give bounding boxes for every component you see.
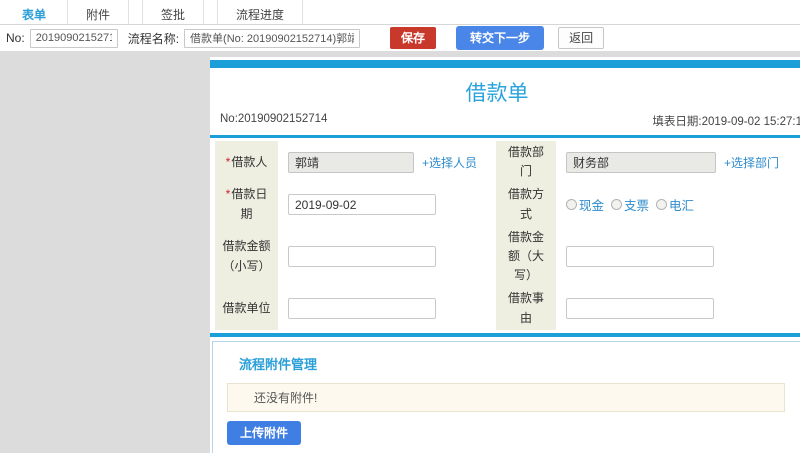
save-button[interactable]: 保存 [390, 27, 437, 49]
no-label: No: [6, 31, 25, 45]
amount-uppercase-input[interactable] [566, 246, 714, 268]
radio-icon[interactable] [611, 199, 623, 211]
borrow-reason-input[interactable] [566, 298, 714, 319]
tab-process-progress[interactable]: 流程进度 [217, 0, 304, 24]
borrow-date-field [278, 183, 496, 225]
borrow-reason-field [556, 287, 800, 329]
amount-uppercase-label: 借款金额（大写） [496, 225, 556, 288]
sheet-date-text: 填表日期:2019-09-02 15:27:1 [652, 116, 800, 128]
tab-form[interactable]: 表单 [8, 0, 60, 24]
radio-wire-transfer[interactable]: 电汇 [656, 195, 694, 214]
radio-cash[interactable]: 现金 [566, 195, 604, 214]
select-department-link[interactable]: +选择部门 [724, 154, 779, 171]
borrow-method-field: 现金 支票 电汇 [556, 183, 800, 225]
radio-icon[interactable] [656, 199, 668, 211]
amount-uppercase-field [556, 226, 800, 288]
borrow-unit-field [278, 287, 496, 329]
loan-form-grid: *借款人 +选择人员 借款部门 +选择部门 *借款日期 借款方式 [210, 138, 800, 330]
borrow-date-label: *借款日期 [215, 183, 278, 226]
no-attachment-message: 还没有附件! [227, 382, 785, 412]
borrower-label: *借款人 [215, 141, 278, 184]
borrow-reason-label: 借款事由 [496, 287, 556, 330]
department-input[interactable] [566, 151, 716, 173]
form-bottom-bar [210, 332, 800, 337]
select-person-link[interactable]: +选择人员 [422, 154, 477, 171]
required-mark: * [225, 154, 231, 169]
borrow-date-input[interactable] [288, 194, 436, 216]
borrow-unit-label: 借款单位 [215, 287, 278, 330]
tab-approval[interactable]: 签批 [142, 0, 205, 24]
amount-lowercase-label: 借款金额（小写） [215, 225, 278, 288]
sheet-meta-row: No:20190902152714 填表日期:2019-09-02 15:27:… [210, 110, 800, 135]
sheet-no-text: No:20190902152714 [220, 113, 328, 125]
amount-lowercase-input[interactable] [288, 246, 436, 268]
page-title: 借款单 [465, 82, 529, 105]
radio-cheque[interactable]: 支票 [611, 195, 649, 214]
no-input[interactable] [29, 28, 118, 48]
borrow-method-label: 借款方式 [496, 183, 556, 226]
process-name-label: 流程名称: [127, 31, 180, 46]
action-toolbar: No: 流程名称: 保存 转交下一步 返回 [0, 25, 800, 51]
borrower-input[interactable] [288, 151, 414, 173]
department-label: 借款部门 [496, 141, 556, 184]
tab-bar: 表单 附件 签批 流程进度 [0, 0, 800, 25]
loan-form-panel: 借款单 No:20190902152714 填表日期:2019-09-02 15… [210, 57, 800, 453]
radio-icon[interactable] [566, 199, 577, 211]
borrower-field: +选择人员 [278, 141, 496, 183]
forward-next-step-button[interactable]: 转交下一步 [456, 26, 545, 50]
required-mark: * [225, 187, 231, 202]
panel-top-bar [210, 60, 800, 68]
process-name-input[interactable] [184, 28, 361, 48]
back-button[interactable]: 返回 [558, 27, 605, 49]
attachment-section: 流程附件管理 还没有附件! 上传附件 [212, 340, 800, 453]
attachment-section-title: 流程附件管理 [239, 356, 318, 372]
tab-attachment[interactable]: 附件 [67, 0, 130, 24]
borrow-unit-input[interactable] [288, 298, 436, 319]
borrow-method-radio-group: 现金 支票 电汇 [566, 195, 694, 214]
amount-lowercase-field [278, 226, 496, 288]
department-field: +选择部门 [556, 141, 800, 183]
upload-attachment-button[interactable]: 上传附件 [227, 420, 302, 445]
content-area: 借款单 No:20190902152714 填表日期:2019-09-02 15… [0, 51, 800, 453]
